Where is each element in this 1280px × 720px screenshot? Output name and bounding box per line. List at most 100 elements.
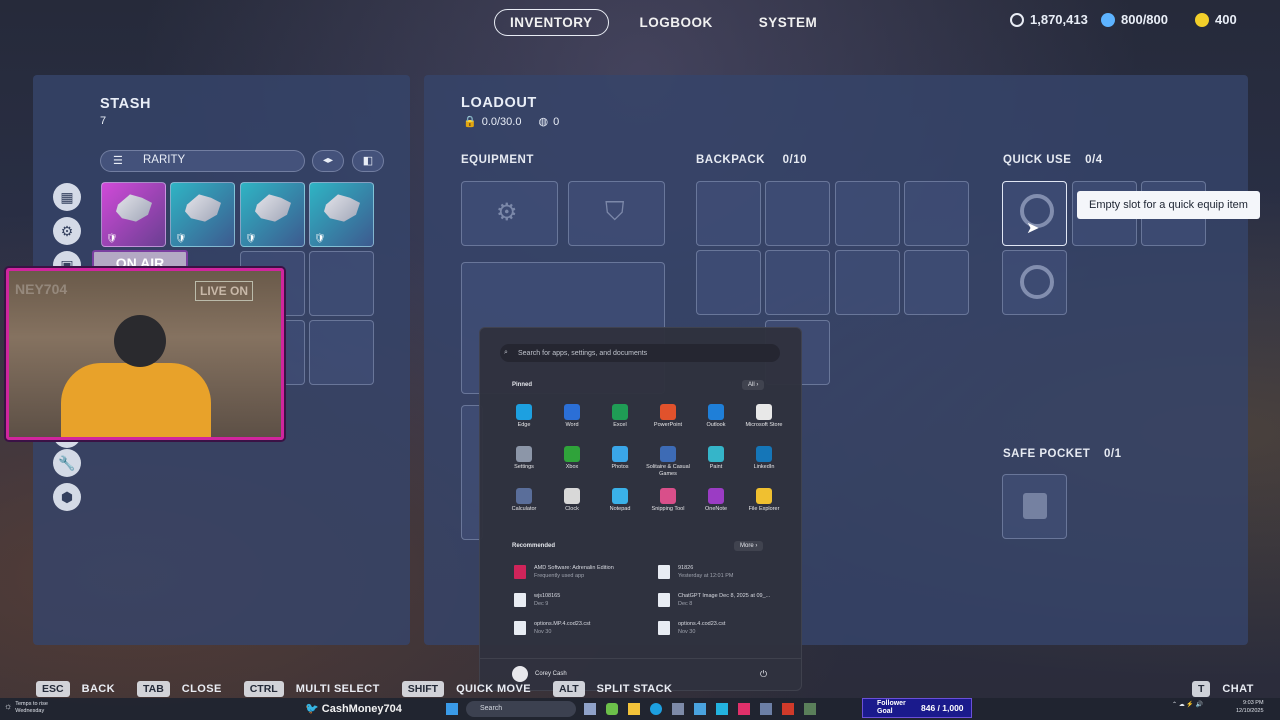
equipment-slot-shield[interactable]: ⛉ <box>568 181 665 246</box>
pinned-app[interactable]: Settings <box>500 446 548 471</box>
gear-category-icon[interactable]: ⚙ <box>53 217 81 245</box>
backpack-slot[interactable] <box>696 181 761 246</box>
rarity-filter[interactable]: ☰ RARITY <box>100 150 305 172</box>
tab-inventory[interactable]: INVENTORY <box>494 9 609 36</box>
user-name[interactable]: Corey Cash <box>535 671 567 677</box>
pinned-app[interactable]: Solitaire & Casual Games <box>644 446 692 478</box>
backpack-slot[interactable] <box>765 250 830 315</box>
weather-day: Wednesday <box>15 708 45 715</box>
more-button[interactable]: More › <box>734 541 764 551</box>
social-handle: 🐦 CashMoney704 <box>305 702 402 715</box>
taskbar-search[interactable]: Search <box>466 701 576 717</box>
taskbar-search-label: Search <box>480 705 503 712</box>
app-icon <box>756 488 772 504</box>
pinned-app[interactable]: Snipping Tool <box>644 488 692 513</box>
quick-use-slot[interactable] <box>1002 250 1067 315</box>
backpack-slot[interactable] <box>696 250 761 315</box>
shield-slot-icon: ⛉ <box>605 196 625 226</box>
backpack-slot[interactable] <box>904 250 969 315</box>
quick-use-count: 0/4 <box>1085 154 1103 166</box>
backpack-slot[interactable] <box>835 250 900 315</box>
stash-item[interactable]: 🛡 <box>309 182 374 247</box>
chat-label: CHAT <box>1222 683 1254 695</box>
windows-start-icon[interactable] <box>446 703 458 715</box>
mail-icon[interactable] <box>694 703 706 715</box>
app-label: Edge <box>517 422 531 428</box>
recommended-item[interactable]: ChatGPT Image Dec 8, 2025 at 09_... Dec 8 <box>658 593 770 608</box>
recommended-item[interactable]: wjs108165 Dec 9 <box>514 593 560 608</box>
stash-item[interactable]: 🛡 <box>101 182 166 247</box>
pinned-app[interactable]: LinkedIn <box>740 446 788 471</box>
pinned-app[interactable]: Word <box>548 404 596 429</box>
game-icon[interactable] <box>782 703 794 715</box>
all-apps-button[interactable]: All › <box>742 380 765 390</box>
pinned-app[interactable]: Clock <box>548 488 596 513</box>
weather-widget[interactable]: ☼ Temps to rise Wednesday <box>4 701 48 715</box>
amd-icon[interactable] <box>738 703 750 715</box>
wrench-icon[interactable]: 🔧 <box>53 449 81 477</box>
task-view-icon[interactable] <box>584 703 596 715</box>
more-label: More <box>740 543 754 549</box>
app-label: Solitaire & Casual Games <box>646 464 690 478</box>
pinned-app[interactable]: Excel <box>596 404 644 429</box>
stash-item[interactable]: 🛡 <box>240 182 305 247</box>
pinned-app[interactable]: PowerPoint <box>644 404 692 429</box>
app-label: Calculator <box>511 506 537 512</box>
backpack-slot[interactable] <box>765 181 830 246</box>
hint-multi-select[interactable]: MULTI SELECT <box>296 683 380 695</box>
quick-use-title: QUICK USE <box>1003 154 1072 166</box>
app-icon[interactable] <box>804 703 816 715</box>
edge-icon[interactable] <box>650 703 662 715</box>
steam-icon[interactable] <box>760 703 772 715</box>
pinned-app[interactable]: Calculator <box>500 488 548 513</box>
tab-system[interactable]: SYSTEM <box>744 10 833 35</box>
backpack-slot[interactable] <box>835 181 900 246</box>
pinned-app[interactable]: Xbox <box>548 446 596 471</box>
stash-item[interactable]: 🛡 <box>170 182 235 247</box>
capacity-value: 800/800 <box>1121 12 1168 27</box>
collapse-button[interactable]: ◧ <box>352 150 384 172</box>
twitter-icon: 🐦 <box>305 703 319 715</box>
power-icon[interactable]: ⏻ <box>760 669 767 680</box>
recommended-item[interactable]: 91826 Yesterday at 12:01 PM <box>658 565 733 580</box>
file-icon <box>658 565 670 579</box>
taskbar-pinned <box>584 703 816 715</box>
sort-button[interactable]: ◂▸ <box>312 150 344 172</box>
pinned-app[interactable]: OneNote <box>692 488 740 513</box>
pinned-app[interactable]: Outlook <box>692 404 740 429</box>
vpn-icon[interactable] <box>716 703 728 715</box>
tray-icons[interactable]: ⌃ ☁ ⚡ 🔊 <box>1172 701 1203 708</box>
hint-close[interactable]: CLOSE <box>182 683 222 695</box>
chat-hint[interactable]: T CHAT <box>1192 681 1254 697</box>
cube-icon[interactable]: ⬢ <box>53 483 81 511</box>
tab-logbook[interactable]: LOGBOOK <box>625 10 728 35</box>
widgets-icon[interactable] <box>606 703 618 715</box>
pinned-app[interactable]: Paint <box>692 446 740 471</box>
recommended-item[interactable]: options.MP.4.cod23.cst Nov 30 <box>514 621 590 636</box>
pinned-app[interactable]: Microsoft Store <box>740 404 788 429</box>
file-explorer-icon[interactable] <box>628 703 640 715</box>
store-icon[interactable] <box>672 703 684 715</box>
safe-pocket-slot[interactable] <box>1002 474 1067 539</box>
pinned-app[interactable]: Photos <box>596 446 644 471</box>
app-label: Xbox <box>565 464 579 470</box>
recommended-item[interactable]: options.4.cod23.cst Nov 30 <box>658 621 725 636</box>
app-label: OneNote <box>704 506 727 512</box>
clock[interactable]: 9:03 PM 12/10/2025 <box>1236 700 1264 715</box>
backpack-slot[interactable] <box>904 181 969 246</box>
stash-slot[interactable] <box>309 251 374 316</box>
recommended-item[interactable]: AMD Software: Adrenalin Edition Frequentl… <box>514 565 614 580</box>
hint-quick-move[interactable]: QUICK MOVE <box>456 683 531 695</box>
pinned-app[interactable]: File Explorer <box>740 488 788 513</box>
hint-split-stack[interactable]: SPLIT STACK <box>597 683 673 695</box>
hint-back[interactable]: BACK <box>82 683 115 695</box>
user-avatar[interactable] <box>512 666 528 682</box>
equipment-label: EQUIPMENT <box>461 154 534 166</box>
top-nav: INVENTORY LOGBOOK SYSTEM <box>494 9 832 36</box>
start-search-input[interactable]: ⌕ Search for apps, settings, and documen… <box>500 344 780 362</box>
pinned-app[interactable]: Notepad <box>596 488 644 513</box>
pinned-app[interactable]: Edge <box>500 404 548 429</box>
stash-slot[interactable] <box>309 320 374 385</box>
grid-view-icon[interactable]: ▦ <box>53 183 81 211</box>
equipment-slot-augment[interactable]: ⚙ <box>461 181 558 246</box>
